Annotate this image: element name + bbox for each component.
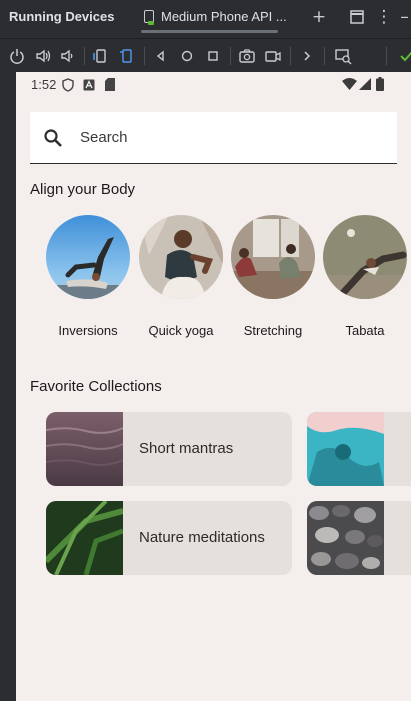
add-icon[interactable]: + bbox=[309, 7, 329, 27]
collection-nature-meditations[interactable]: Nature meditations bbox=[46, 501, 292, 575]
volume-up-icon[interactable] bbox=[34, 47, 52, 65]
shield-icon bbox=[62, 78, 74, 92]
toolbar-separator bbox=[324, 47, 325, 65]
left-gutter bbox=[0, 72, 16, 701]
short-mantras-image bbox=[46, 412, 124, 486]
body-item-label: Tabata bbox=[345, 323, 385, 338]
status-time: 1:52 bbox=[31, 77, 57, 92]
status-bar: 1:52 bbox=[16, 72, 411, 98]
minimize-icon[interactable]: – bbox=[398, 7, 411, 27]
tab-underline bbox=[141, 30, 278, 33]
inversions-image bbox=[46, 215, 130, 299]
signal-icon bbox=[359, 78, 371, 90]
toolbar-separator bbox=[290, 47, 291, 65]
body-item-inversions[interactable]: Inversions bbox=[44, 215, 132, 345]
check-icon[interactable] bbox=[398, 47, 411, 65]
panel-title: Running Devices bbox=[9, 9, 115, 24]
toolbar-separator bbox=[84, 47, 85, 65]
keyboard-a-icon bbox=[83, 79, 95, 91]
window-icon[interactable] bbox=[347, 7, 367, 27]
toolbar-separator bbox=[144, 47, 145, 65]
collection-label: Nature meditations bbox=[139, 529, 265, 546]
device-tab[interactable]: Medium Phone API ... bbox=[138, 0, 301, 34]
align-body-title: Align your Body bbox=[30, 181, 136, 198]
body-item-tabata[interactable]: Tabata bbox=[321, 215, 409, 345]
home-icon[interactable] bbox=[178, 47, 196, 65]
stretching-image bbox=[231, 215, 315, 299]
device-screen: 1:52 Search Align your Body Inversions Q… bbox=[16, 72, 411, 701]
body-item-stretching[interactable]: Stretching bbox=[229, 215, 317, 345]
back-icon[interactable] bbox=[152, 47, 170, 65]
aerial-ocean-image bbox=[307, 412, 384, 486]
battery-icon bbox=[376, 77, 384, 91]
more-vert-icon[interactable]: ⋮ bbox=[374, 7, 394, 27]
collection-short-mantras[interactable]: Short mantras bbox=[46, 412, 292, 486]
screenshot-icon[interactable] bbox=[238, 47, 256, 65]
wifi-icon bbox=[342, 78, 357, 90]
collection-aerial-ocean[interactable] bbox=[307, 412, 411, 486]
body-item-quick-yoga[interactable]: Quick yoga bbox=[137, 215, 225, 345]
rotate-left-icon[interactable] bbox=[92, 47, 110, 65]
device-toolbar bbox=[0, 38, 411, 73]
pebbles-image bbox=[307, 501, 384, 575]
collection-label: Short mantras bbox=[139, 440, 234, 457]
ide-title-bar: Running Devices Medium Phone API ... + ⋮… bbox=[0, 0, 411, 34]
quick-yoga-image bbox=[139, 215, 223, 299]
search-placeholder: Search bbox=[80, 129, 128, 146]
overview-icon[interactable] bbox=[204, 47, 222, 65]
collection-pebbles[interactable] bbox=[307, 501, 411, 575]
toolbar-separator bbox=[230, 47, 231, 65]
power-icon[interactable] bbox=[8, 47, 26, 65]
phone-icon bbox=[144, 10, 154, 25]
nature-meditations-image bbox=[46, 501, 124, 575]
search-icon bbox=[44, 129, 62, 147]
body-item-label: Inversions bbox=[58, 323, 118, 338]
favorites-title: Favorite Collections bbox=[30, 378, 162, 395]
volume-down-icon[interactable] bbox=[58, 47, 76, 65]
sd-card-icon bbox=[105, 78, 115, 91]
toolbar-separator bbox=[386, 47, 387, 65]
tabata-image bbox=[323, 215, 407, 299]
more-icon[interactable] bbox=[298, 47, 316, 65]
device-tab-label: Medium Phone API ... bbox=[161, 9, 287, 24]
body-item-label: Quick yoga bbox=[148, 323, 214, 338]
search-bar[interactable]: Search bbox=[30, 112, 397, 164]
body-item-label: Stretching bbox=[243, 323, 303, 338]
screen-record-icon[interactable] bbox=[264, 47, 282, 65]
device-mirror-icon[interactable] bbox=[334, 47, 352, 65]
rotate-right-icon[interactable] bbox=[118, 47, 136, 65]
